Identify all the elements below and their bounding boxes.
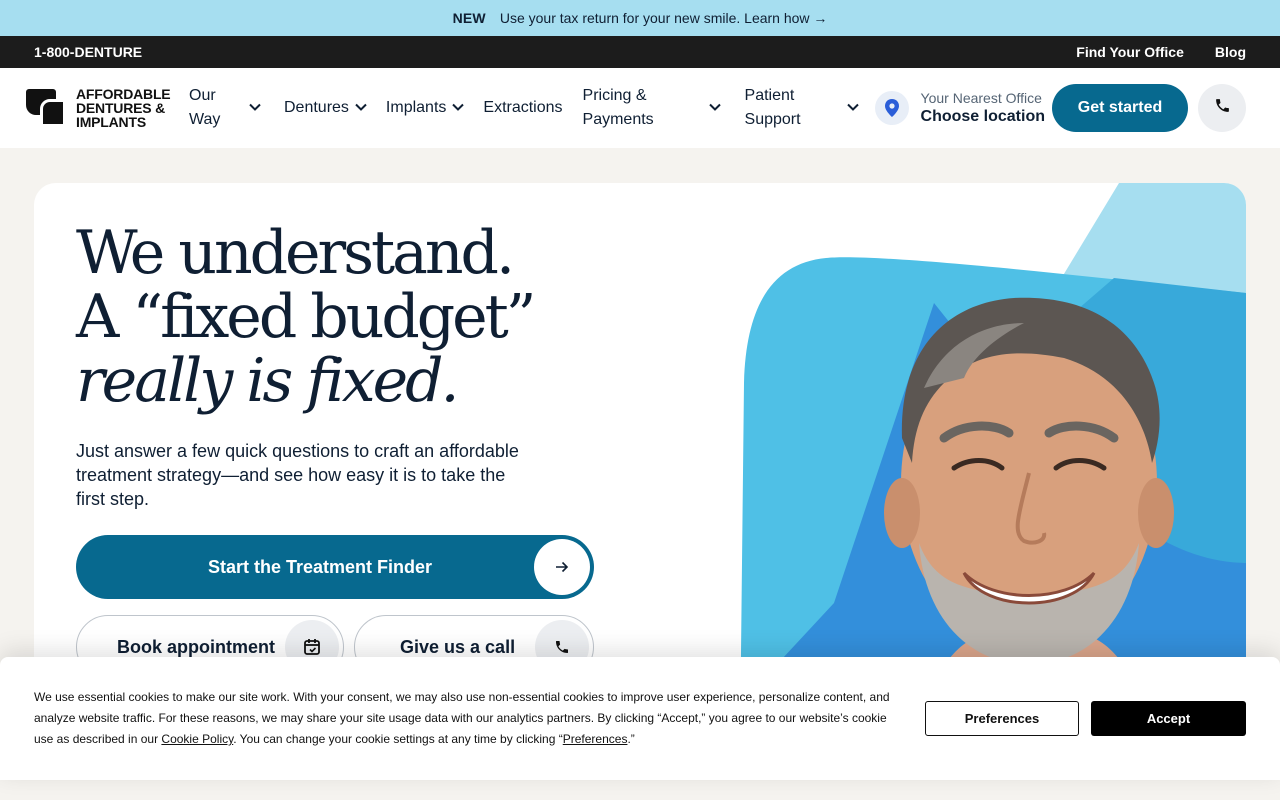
chevron-down-icon <box>249 103 261 113</box>
announcement-link[interactable]: Use your tax return for your new smile. … <box>500 10 828 26</box>
nearest-office-label: Your Nearest Office <box>920 90 1042 106</box>
preferences-button[interactable]: Preferences <box>925 701 1079 736</box>
start-treatment-finder-button[interactable]: Start the Treatment Finder <box>76 535 594 599</box>
preferences-link[interactable]: Preferences <box>563 732 628 746</box>
chevron-down-icon <box>708 103 721 113</box>
phone-icon <box>1214 97 1231 119</box>
nav-item-implants[interactable]: Implants <box>386 96 465 120</box>
choose-location-label: Choose location <box>920 108 1045 125</box>
hero-subtitle: Just answer a few quick questions to cra… <box>76 441 519 509</box>
phone-number-link[interactable]: 1-800-DENTURE <box>34 44 142 60</box>
choose-location[interactable]: Your Nearest Office Choose location <box>874 90 1045 126</box>
blog-link[interactable]: Blog <box>1215 44 1246 60</box>
give-us-a-call-label: Give us a call <box>400 636 516 657</box>
nav-item-dentures[interactable]: Dentures <box>284 96 367 120</box>
arrow-right-icon <box>534 539 590 595</box>
utility-bar: 1-800-DENTURE Find Your Office Blog <box>0 36 1280 68</box>
book-appointment-label: Book appointment <box>117 636 275 657</box>
hero-headline: We understand. A “fixed budget” really i… <box>76 218 536 416</box>
accept-button[interactable]: Accept <box>1091 701 1246 736</box>
announcement-bar[interactable]: NEW Use your tax return for your new smi… <box>0 0 1280 36</box>
find-your-office-link[interactable]: Find Your Office <box>1076 44 1184 60</box>
nav-item-patient-support[interactable]: Patient Support <box>745 84 861 132</box>
get-started-button[interactable]: Get started <box>1052 84 1188 132</box>
site-logo[interactable]: AFFORDABLE DENTURES & IMPLANTS <box>26 87 176 129</box>
chevron-down-icon <box>355 103 367 113</box>
logo-wordmark: AFFORDABLE DENTURES & IMPLANTS <box>76 86 171 130</box>
nav-item-extractions[interactable]: Extractions <box>483 96 562 120</box>
phone-button[interactable] <box>1198 84 1246 132</box>
cookie-policy-link[interactable]: Cookie Policy <box>161 732 233 746</box>
nav-item-our-way[interactable]: Our Way <box>189 84 267 132</box>
location-pin-icon <box>874 91 909 125</box>
chevron-down-icon <box>452 103 465 113</box>
cookie-message: We use essential cookies to make our sit… <box>34 690 890 746</box>
primary-menu: Our Way Dentures Implants Extractions Pri… <box>189 68 861 148</box>
main-nav: AFFORDABLE DENTURES & IMPLANTS Our Way De… <box>0 68 1280 148</box>
chevron-down-icon <box>846 103 859 113</box>
cookie-banner: We use essential cookies to make our sit… <box>0 657 1280 780</box>
nav-item-pricing-payments[interactable]: Pricing & Payments <box>583 84 723 132</box>
logo-mark-icon <box>26 87 68 129</box>
new-tag: NEW <box>452 10 486 26</box>
treatment-finder-label: Start the Treatment Finder <box>208 556 433 577</box>
